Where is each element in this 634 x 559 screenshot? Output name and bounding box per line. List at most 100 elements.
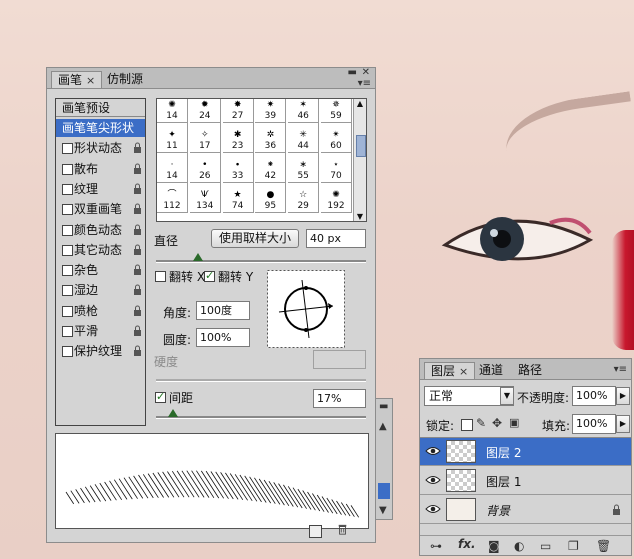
close-tab-icon[interactable]: × [459, 365, 468, 378]
brush-preset[interactable]: ✷ 39 [255, 99, 287, 123]
tab-paths[interactable]: 路径 [512, 362, 548, 379]
tab-brush[interactable]: 画笔 × [51, 71, 103, 88]
brush-preset[interactable]: ✴ 60 [321, 123, 352, 153]
trash-icon[interactable] [337, 524, 348, 535]
lock-icon[interactable] [133, 163, 142, 174]
brush-preset[interactable]: ⁕ 42 [255, 153, 287, 183]
new-group-icon[interactable]: ▭ [540, 539, 551, 553]
option-checkbox[interactable] [62, 326, 73, 337]
brush-preset[interactable]: ✳ 44 [288, 123, 320, 153]
layer-row[interactable]: 图层 1 [420, 467, 631, 495]
lock-icon[interactable] [133, 224, 142, 235]
brush-preset[interactable]: ✹ 24 [189, 99, 221, 123]
brush-option-item[interactable]: 保护纹理 [56, 342, 145, 360]
brush-option-item[interactable]: 纹理 [56, 180, 145, 198]
visibility-eye-icon[interactable] [425, 446, 441, 456]
brush-preset[interactable]: ⋆ 70 [321, 153, 352, 183]
fill-input[interactable]: 100% [572, 414, 616, 434]
close-tab-icon[interactable]: × [86, 74, 95, 87]
lock-position-icon[interactable]: ✥ [492, 416, 502, 430]
brush-preset[interactable]: ✲ 36 [255, 123, 287, 153]
spacing-input[interactable]: 17% [313, 389, 366, 408]
brush-preset[interactable]: ✦ 11 [157, 123, 188, 153]
new-brush-icon[interactable] [309, 525, 322, 538]
brush-preset[interactable]: • 26 [189, 153, 221, 183]
preset-scrollbar[interactable]: ▲ ▼ [353, 99, 366, 221]
option-checkbox[interactable] [62, 346, 73, 358]
opacity-arrow-icon[interactable]: ▶ [616, 387, 630, 405]
adjustment-layer-icon[interactable]: ◐ [514, 539, 524, 553]
scroll-down-icon[interactable]: ▼ [379, 505, 387, 516]
option-checkbox[interactable] [62, 143, 73, 155]
flip-y-checkbox[interactable] [204, 269, 215, 282]
brush-preset[interactable]: ☆ 29 [288, 183, 320, 213]
brush-option-item[interactable]: 湿边 [56, 281, 145, 299]
brush-preset[interactable]: ✧ 17 [189, 123, 221, 153]
fill-arrow-icon[interactable]: ▶ [616, 415, 630, 433]
lock-icon[interactable] [133, 284, 142, 296]
angle-roundness-widget[interactable] [267, 270, 345, 348]
brush-preset[interactable]: Ѱ 134 [189, 183, 221, 213]
brush-preset[interactable]: ★ 74 [222, 183, 254, 213]
diameter-slider-knob[interactable] [193, 253, 203, 261]
lock-icon[interactable] [133, 142, 142, 154]
tab-clone-source[interactable]: 仿制源 [101, 71, 149, 88]
brush-option-item[interactable]: 颜色动态 [56, 221, 145, 239]
brush-preset[interactable]: ∗ 55 [288, 153, 320, 183]
roundness-input[interactable]: 100% [196, 328, 250, 347]
lock-transparent-icon[interactable] [461, 419, 473, 431]
option-checkbox[interactable] [62, 163, 73, 175]
collapse-icon[interactable]: ▬ [348, 67, 357, 78]
brush-preset[interactable]: ✺ 14 [157, 99, 188, 123]
lock-pixels-icon[interactable]: ✎ [476, 416, 486, 430]
brush-option-item[interactable]: 其它动态 [56, 241, 145, 259]
visibility-eye-icon[interactable] [425, 504, 441, 514]
option-checkbox[interactable] [62, 305, 73, 317]
spacing-checkbox[interactable] [155, 390, 166, 403]
brush-option-item[interactable]: 形状动态 [56, 139, 145, 157]
brush-preset[interactable]: ✸ 27 [222, 99, 254, 123]
tab-channels[interactable]: 通道 [473, 362, 509, 379]
lock-icon[interactable] [133, 183, 142, 194]
close-icon[interactable]: ✕ [362, 67, 370, 78]
angle-input[interactable]: 100度 [196, 301, 250, 320]
lock-icon[interactable] [133, 264, 142, 276]
fx-icon[interactable]: fx. [458, 537, 476, 551]
scroll-down-icon[interactable]: ▼ [354, 212, 366, 221]
brush-preset[interactable]: ∙ 33 [222, 153, 254, 183]
option-checkbox[interactable] [62, 224, 73, 236]
scroll-up-icon[interactable]: ▲ [354, 99, 366, 108]
scroll-up-icon[interactable]: ▲ [379, 421, 387, 432]
option-checkbox[interactable] [62, 204, 73, 216]
diameter-input[interactable]: 40 px [306, 229, 366, 248]
mini-panel-thumb[interactable] [378, 483, 390, 499]
brush-option-item[interactable]: 平滑 [56, 322, 145, 340]
option-checkbox[interactable] [62, 265, 73, 277]
lock-icon[interactable] [133, 305, 142, 316]
panel-menu-icon[interactable]: ▾≡ [358, 78, 371, 89]
brush-preset[interactable]: ● 95 [255, 183, 287, 213]
lock-icon[interactable] [133, 325, 142, 336]
scroll-thumb[interactable] [356, 135, 366, 157]
layer-row[interactable]: 背景 [420, 496, 631, 524]
opacity-input[interactable]: 100% [572, 386, 616, 406]
chevron-down-icon[interactable]: ▼ [500, 387, 514, 405]
collapse-icon[interactable]: ▬ [379, 401, 388, 412]
brush-preset[interactable]: · 14 [157, 153, 188, 183]
spacing-slider[interactable] [156, 416, 366, 419]
lock-icon[interactable] [133, 203, 142, 215]
flip-x-checkbox[interactable] [155, 271, 166, 282]
brush-preset[interactable]: ✱ 23 [222, 123, 254, 153]
panel-menu-icon[interactable]: ▾≡ [614, 364, 627, 375]
option-checkbox[interactable] [62, 183, 73, 195]
layer-row[interactable]: 图层 2 [420, 438, 631, 466]
brush-preset[interactable]: ✵ 59 [321, 99, 352, 123]
spacing-slider-knob[interactable] [167, 409, 178, 417]
brush-preset[interactable]: ✺ 192 [321, 183, 352, 213]
use-sample-size-button[interactable]: 使用取样大小 [211, 229, 299, 248]
trash-icon[interactable]: 🗑 [596, 539, 611, 553]
brush-presets-header[interactable]: 画笔预设 [56, 99, 145, 117]
brush-option-item[interactable]: 散布 [56, 160, 145, 178]
lock-icon[interactable] [133, 244, 142, 255]
visibility-eye-icon[interactable] [425, 475, 441, 485]
